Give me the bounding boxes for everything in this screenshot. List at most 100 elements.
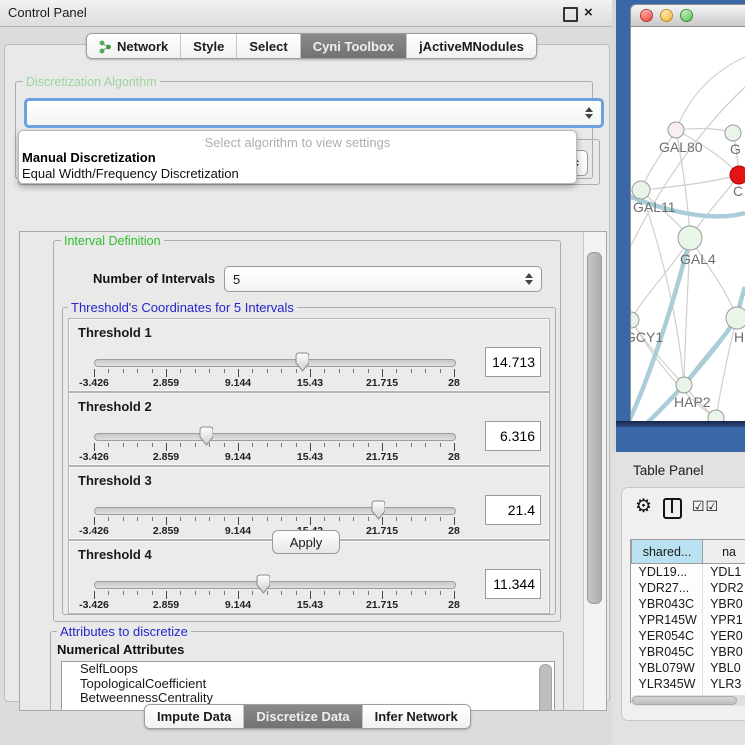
network-edge[interactable]	[676, 57, 745, 130]
close-traffic-light[interactable]	[640, 9, 653, 22]
tick-mark	[281, 591, 282, 595]
tick-mark	[368, 369, 369, 373]
zoom-traffic-light[interactable]	[680, 9, 693, 22]
split-columns-icon[interactable]	[663, 498, 682, 519]
number-of-intervals-label: Number of Intervals	[90, 271, 218, 286]
table-row[interactable]: YBL079WYBL0	[632, 660, 745, 676]
tick-mark	[137, 369, 138, 373]
tick-label: 9.144	[225, 525, 251, 537]
tick-mark	[137, 517, 138, 521]
tick-mark	[238, 443, 239, 451]
algorithm-combobox[interactable]	[24, 98, 604, 128]
table-row[interactable]: YLR345WYLR3	[632, 676, 745, 692]
table-row[interactable]: YER054CYER0	[632, 628, 745, 644]
tab-select[interactable]: Select	[237, 34, 300, 58]
settings-scrollbar-thumb[interactable]	[587, 252, 602, 604]
table-row[interactable]: YPR145WYPR1	[632, 612, 745, 628]
menu-item-manual-discretization[interactable]: Manual Discretization	[22, 150, 156, 165]
tick-mark	[353, 517, 354, 521]
network-node-gcy1[interactable]	[631, 312, 639, 328]
table-row[interactable]: YBR045CYBR0	[632, 644, 745, 660]
network-node[interactable]	[708, 410, 724, 421]
number-of-intervals-combobox[interactable]: 5	[224, 266, 542, 292]
table-hscrollbar-track[interactable]	[631, 695, 745, 706]
tick-label: 9.144	[225, 377, 251, 389]
threshold-value-field[interactable]	[485, 495, 541, 525]
mode-tab-discretize-data[interactable]: Discretize Data	[244, 705, 362, 728]
network-node-gal11[interactable]	[632, 181, 650, 199]
slider-track[interactable]	[94, 359, 456, 367]
tab-label: jActiveMNodules	[419, 39, 524, 54]
float-panel-icon[interactable]	[563, 7, 578, 22]
tab-network[interactable]: Network	[87, 34, 181, 58]
network-node-gal80[interactable]	[668, 122, 684, 138]
close-icon[interactable]: ×	[584, 7, 595, 18]
network-node-g[interactable]	[725, 125, 741, 141]
tick-mark	[166, 369, 167, 377]
tick-mark	[353, 591, 354, 595]
tick-mark	[108, 517, 109, 521]
panel-title: Control Panel	[8, 5, 87, 20]
table-hscrollbar-thumb[interactable]	[632, 696, 737, 705]
tick-mark	[339, 443, 340, 447]
table-row[interactable]: YBR043CYBR0	[632, 596, 745, 612]
network-node-hap2[interactable]	[676, 377, 692, 393]
tick-mark	[440, 517, 441, 521]
network-edge[interactable]	[690, 238, 737, 318]
tick-mark	[252, 591, 253, 595]
network-node-h[interactable]	[726, 307, 745, 329]
threshold-value-field[interactable]	[485, 421, 541, 451]
slider-track[interactable]	[94, 581, 456, 589]
interval-definition-group: Interval Definition Number of Intervals …	[53, 240, 561, 622]
tab-style[interactable]: Style	[181, 34, 237, 58]
table-cell: YBL0	[703, 660, 745, 676]
network-view-canvas[interactable]: GAL80GCGAL11GAL4GCY1HHAP2	[630, 27, 745, 421]
cyni-mode-tabbar: Impute DataDiscretize DataInfer Network	[144, 704, 471, 729]
slider-thumb[interactable]	[255, 574, 270, 594]
tick-mark	[382, 369, 383, 377]
list-item[interactable]: SelfLoops	[62, 662, 554, 677]
tick-mark	[281, 517, 282, 521]
slider-thumb[interactable]	[198, 426, 213, 446]
spinner-icon	[585, 107, 593, 119]
tab-jactivemnodules[interactable]: jActiveMNodules	[407, 34, 536, 58]
tick-label: 21.715	[366, 525, 398, 537]
column-header-1[interactable]: shared...	[632, 540, 703, 564]
tick-mark	[252, 443, 253, 447]
list-item[interactable]: TopologicalCoefficient	[62, 677, 554, 692]
mode-tab-infer-network[interactable]: Infer Network	[363, 705, 470, 728]
table-row[interactable]: YDL19...YDL1	[632, 564, 745, 581]
threshold-panel-2: Threshold 2-3.4262.8599.14415.4321.71528	[68, 392, 550, 466]
tick-mark	[425, 517, 426, 521]
tab-cyni-toolbox[interactable]: Cyni Toolbox	[301, 34, 407, 58]
tick-mark	[454, 369, 455, 377]
tick-mark	[94, 517, 95, 525]
threshold-value-field[interactable]	[485, 347, 541, 377]
network-node-gal4[interactable]	[678, 226, 702, 250]
tick-mark	[368, 591, 369, 595]
settings-scrollbar-track[interactable]	[583, 232, 606, 710]
threshold-value-field[interactable]	[485, 569, 541, 599]
tick-label: 28	[448, 525, 460, 537]
network-node-c[interactable]	[730, 166, 745, 184]
slider-track[interactable]	[94, 507, 456, 515]
node-label: C	[733, 183, 743, 199]
table-row[interactable]: YDR27...YDR2	[632, 580, 745, 596]
column-header-2[interactable]: na	[703, 540, 745, 564]
network-edge[interactable]	[641, 175, 739, 190]
checkbox-icons[interactable]: ☑☑	[692, 498, 719, 515]
tab-label: Select	[249, 39, 287, 54]
network-window-titlebar[interactable]	[630, 4, 745, 27]
slider-track[interactable]	[94, 433, 456, 441]
apply-button[interactable]: Apply	[272, 530, 340, 554]
gear-icon[interactable]: ⚙	[635, 495, 652, 518]
control-panel-tabbar: NetworkStyle Select Cyni Toolbox jActiveMNo…	[86, 33, 537, 59]
slider-thumb[interactable]	[370, 500, 385, 520]
menu-item-equal-width-frequency[interactable]: Equal Width/Frequency Discretization	[22, 166, 239, 181]
minimize-traffic-light[interactable]	[660, 9, 673, 22]
mode-tab-impute-data[interactable]: Impute Data	[145, 705, 244, 728]
table-panel-body: ⚙ ☑☑ shared...na YDL19...YDL1YDR27...YDR…	[621, 487, 745, 721]
slider-thumb[interactable]	[294, 352, 309, 372]
list-scrollbar[interactable]	[539, 664, 552, 711]
discretization-algorithm-label: Discretization Algorithm	[23, 75, 160, 89]
